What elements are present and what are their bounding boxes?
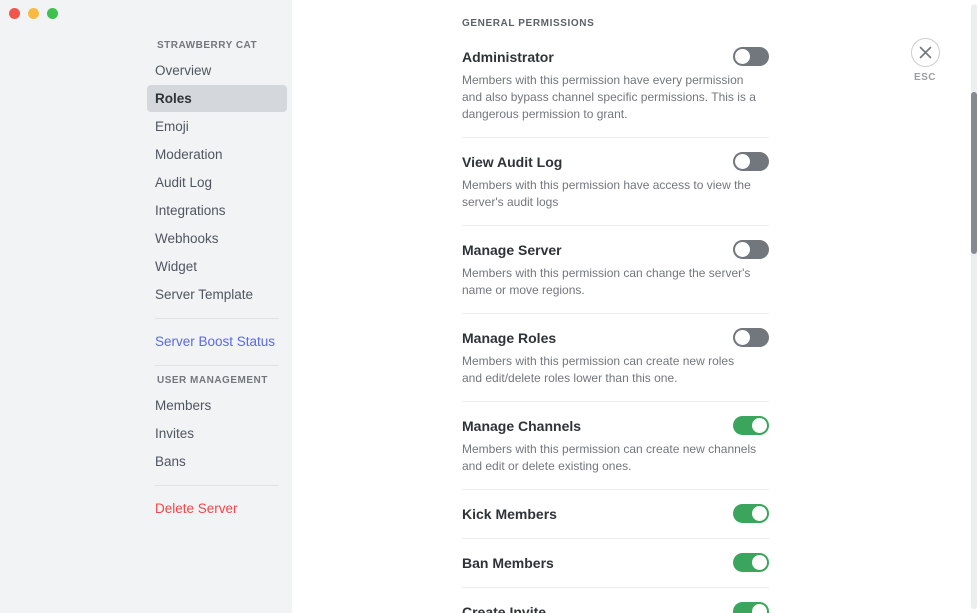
- permission-description: Members with this permission can create …: [462, 442, 757, 473]
- close-settings-button[interactable]: ESC: [904, 38, 946, 83]
- permission-toggle-administrator[interactable]: [733, 47, 769, 66]
- permission-toggle-manage-server[interactable]: [733, 240, 769, 259]
- permission-toggle-create-invite[interactable]: [733, 602, 769, 613]
- permission-row-administrator: Administrator Members with this permissi…: [462, 47, 769, 138]
- permission-toggle-manage-channels[interactable]: [733, 416, 769, 435]
- sidebar-item-integrations[interactable]: Integrations: [147, 197, 287, 224]
- sidebar-item-server-template[interactable]: Server Template: [147, 281, 287, 308]
- sidebar-item-members[interactable]: Members: [147, 392, 287, 419]
- scrollbar-track[interactable]: [971, 4, 977, 609]
- sidebar-divider-3: [155, 485, 279, 486]
- settings-sidebar-panel: STRAWBERRY CAT Overview Roles Emoji Mode…: [0, 0, 445, 613]
- permission-row-ban-members: Ban Members: [462, 553, 769, 588]
- sidebar-divider-2: [155, 365, 279, 366]
- permission-label: Manage Server: [462, 242, 562, 258]
- permission-label: Administrator: [462, 49, 554, 65]
- user-management-header: USER MANAGEMENT: [157, 375, 268, 386]
- sidebar-item-invites[interactable]: Invites: [147, 420, 287, 447]
- permission-description: Members with this permission can create …: [462, 354, 735, 385]
- permissions-section-title: GENERAL PERMISSIONS: [462, 18, 595, 29]
- window-minimize-button[interactable]: [28, 8, 39, 19]
- sidebar-item-audit-log[interactable]: Audit Log: [147, 169, 287, 196]
- window-traffic-lights: [9, 8, 58, 19]
- permission-toggle-manage-roles[interactable]: [733, 328, 769, 347]
- close-x-icon: [910, 38, 940, 67]
- server-name-header: STRAWBERRY CAT: [157, 40, 258, 51]
- sidebar-item-emoji[interactable]: Emoji: [147, 113, 287, 140]
- permission-toggle-view-audit-log[interactable]: [733, 152, 769, 171]
- permission-toggle-ban-members[interactable]: [733, 553, 769, 572]
- permissions-list: GENERAL PERMISSIONS Administrator Member…: [462, 18, 769, 613]
- permission-row-manage-channels: Manage Channels Members with this permis…: [462, 416, 769, 490]
- permission-row-kick-members: Kick Members: [462, 504, 769, 539]
- sidebar-item-roles[interactable]: Roles: [147, 85, 287, 112]
- permission-row-view-audit-log: View Audit Log Members with this permiss…: [462, 152, 769, 226]
- permission-description: Members with this permission have every …: [462, 73, 756, 121]
- permission-label: Create Invite: [462, 604, 547, 613]
- permissions-panel: GENERAL PERMISSIONS Administrator Member…: [292, 0, 980, 613]
- permission-description: Members with this permission have access…: [462, 178, 751, 209]
- window-close-button[interactable]: [9, 8, 20, 19]
- permission-label: View Audit Log: [462, 154, 563, 170]
- permission-label: Ban Members: [462, 555, 554, 571]
- sidebar-item-server-boost-status[interactable]: Server Boost Status: [147, 328, 287, 355]
- window-maximize-button[interactable]: [47, 8, 58, 19]
- settings-window: STRAWBERRY CAT Overview Roles Emoji Mode…: [0, 0, 980, 613]
- scrollbar-thumb[interactable]: [971, 92, 977, 254]
- sidebar-item-widget[interactable]: Widget: [147, 253, 287, 280]
- permission-label: Manage Roles: [462, 330, 557, 346]
- permission-row-create-invite: Create Invite: [462, 602, 769, 613]
- permission-label: Manage Channels: [462, 418, 582, 434]
- esc-label: ESC: [913, 72, 937, 83]
- permission-row-manage-server: Manage Server Members with this permissi…: [462, 240, 769, 314]
- sidebar-item-webhooks[interactable]: Webhooks: [147, 225, 287, 252]
- sidebar-item-overview[interactable]: Overview: [147, 57, 287, 84]
- sidebar-item-delete-server[interactable]: Delete Server: [147, 495, 287, 522]
- permission-row-manage-roles: Manage Roles Members with this permissio…: [462, 328, 769, 402]
- permission-toggle-kick-members[interactable]: [733, 504, 769, 523]
- sidebar-item-bans[interactable]: Bans: [147, 448, 287, 475]
- sidebar-divider-1: [155, 318, 279, 319]
- permission-label: Kick Members: [462, 506, 557, 522]
- settings-nav: STRAWBERRY CAT Overview Roles Emoji Mode…: [147, 40, 287, 523]
- permission-description: Members with this permission can change …: [462, 266, 751, 297]
- sidebar-item-moderation[interactable]: Moderation: [147, 141, 287, 168]
